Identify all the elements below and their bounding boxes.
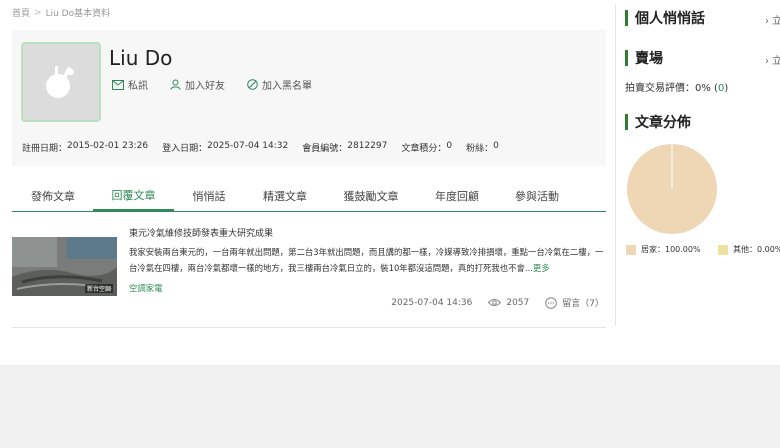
rating-count-open: ( <box>710 83 718 94</box>
breadcrumb-home[interactable]: 首頁 <box>12 6 30 19</box>
market-title: 賣場 <box>635 51 663 67</box>
stat-fans: 粉絲： 0 <box>466 141 499 154</box>
message-button[interactable]: 私訊 <box>112 77 148 92</box>
market-more-link[interactable]: › 立 <box>765 52 780 67</box>
profile-tabs: 發佈文章 回覆文章 悄悄話 精選文章 獲鼓勵文章 年度回顧 參與活動 <box>12 180 606 212</box>
heading-accent-bar <box>625 10 628 26</box>
user-icon <box>170 79 181 90</box>
heading-accent-bar <box>625 114 628 130</box>
stat-article-points: 文章積分： 0 <box>401 141 453 154</box>
private-chat-more-link[interactable]: › 立 <box>765 12 780 27</box>
list-item: 新台空調 東元冷氣維修技師發表重大研究成果 我家安裝兩台東元的，一台兩年就出問題… <box>12 222 606 328</box>
market-heading: 賣場 <box>625 48 663 68</box>
block-icon <box>247 79 258 90</box>
more-link[interactable]: 更多 <box>533 263 550 273</box>
tab-replies[interactable]: 回覆文章 <box>93 180 174 211</box>
article-title[interactable]: 東元冷氣維修技師發表重大研究成果 <box>129 226 273 239</box>
distribution-pie-chart <box>627 144 717 234</box>
views-value: 2057 <box>506 297 530 308</box>
rating-count-close: ) <box>724 83 729 94</box>
breadcrumb-separator: > <box>34 7 42 18</box>
message-label: 私訊 <box>128 81 148 92</box>
tab-featured[interactable]: 精選文章 <box>250 180 320 211</box>
thumbnail-caption: 新台空調 <box>84 284 113 293</box>
profile-actions: 私訊 加入好友 加入黑名單 <box>112 77 312 92</box>
private-chat-heading: 個人悄悄話 <box>625 8 705 28</box>
blacklist-button[interactable]: 加入黑名單 <box>247 77 312 92</box>
blacklist-label: 加入黑名單 <box>262 81 312 92</box>
private-chat-title: 個人悄悄話 <box>635 11 705 27</box>
legend-swatch-home <box>626 244 636 255</box>
views-count: 2057 <box>488 298 529 308</box>
legend-label-other: 其他：0.00% <box>733 245 780 254</box>
mail-icon <box>112 79 124 90</box>
article-thumbnail[interactable]: 新台空調 <box>12 237 117 296</box>
page: 首頁 > Liu Do基本資料 Liu Do 私訊 加入好友 加入黑名單 註冊日… <box>0 0 780 365</box>
breadcrumb: 首頁 > Liu Do基本資料 <box>12 6 111 20</box>
eye-icon <box>488 299 502 306</box>
username: Liu Do <box>109 46 173 70</box>
article-excerpt: 我家安裝兩台東元的，一台兩年就出問題，第二台3年就出問題，而且講的都一樣，冷媒導… <box>129 244 606 276</box>
profile-card: Liu Do 私訊 加入好友 加入黑名單 註冊日期： 2015-02-01 23:… <box>12 30 606 166</box>
article-meta: 2025-07-04 14:36 2057 留言（7） <box>391 296 604 309</box>
tab-published[interactable]: 發佈文章 <box>12 180 94 211</box>
default-avatar-icon <box>46 66 74 98</box>
stat-login-date: 登入日期： 2025-07-04 14:32 <box>162 141 289 154</box>
article-datetime: 2025-07-04 14:36 <box>391 297 473 308</box>
distribution-heading: 文章分佈 <box>625 112 691 132</box>
profile-stats: 註冊日期： 2015-02-01 23:26 登入日期： 2025-07-04 14… <box>22 141 499 154</box>
tab-activities[interactable]: 參與活動 <box>502 180 572 211</box>
tab-annual-review[interactable]: 年度回顧 <box>422 180 492 211</box>
stat-member-id: 會員編號： 2812297 <box>302 141 388 154</box>
legend-label-home: 居家：100.00% <box>641 245 701 254</box>
legend-swatch-other <box>718 244 728 255</box>
column-divider <box>615 4 616 326</box>
breadcrumb-current: Liu Do基本資料 <box>45 9 111 19</box>
comment-icon <box>545 296 558 309</box>
distribution-title: 文章分佈 <box>635 115 691 131</box>
auction-rating: 拍賣交易評價：0% (0) <box>625 79 728 94</box>
comments-link[interactable]: 留言（7） <box>545 296 604 309</box>
tab-encouraged[interactable]: 獲鼓勵文章 <box>326 180 416 211</box>
add-friend-button[interactable]: 加入好友 <box>170 77 225 92</box>
heading-accent-bar <box>625 50 628 66</box>
avatar <box>21 42 101 122</box>
legend-item-other: 其他：0.00% <box>718 244 780 255</box>
comments-value: 留言（7） <box>562 299 604 309</box>
rating-value: 0% <box>695 83 711 94</box>
stat-register-date: 註冊日期： 2015-02-01 23:26 <box>22 141 149 154</box>
article-category[interactable]: 空調家電 <box>129 282 163 294</box>
rating-label: 拍賣交易評價： <box>625 83 695 94</box>
add-friend-label: 加入好友 <box>185 81 225 92</box>
legend-item-home: 居家：100.00% <box>626 244 701 255</box>
tab-whispers[interactable]: 悄悄話 <box>174 180 244 211</box>
